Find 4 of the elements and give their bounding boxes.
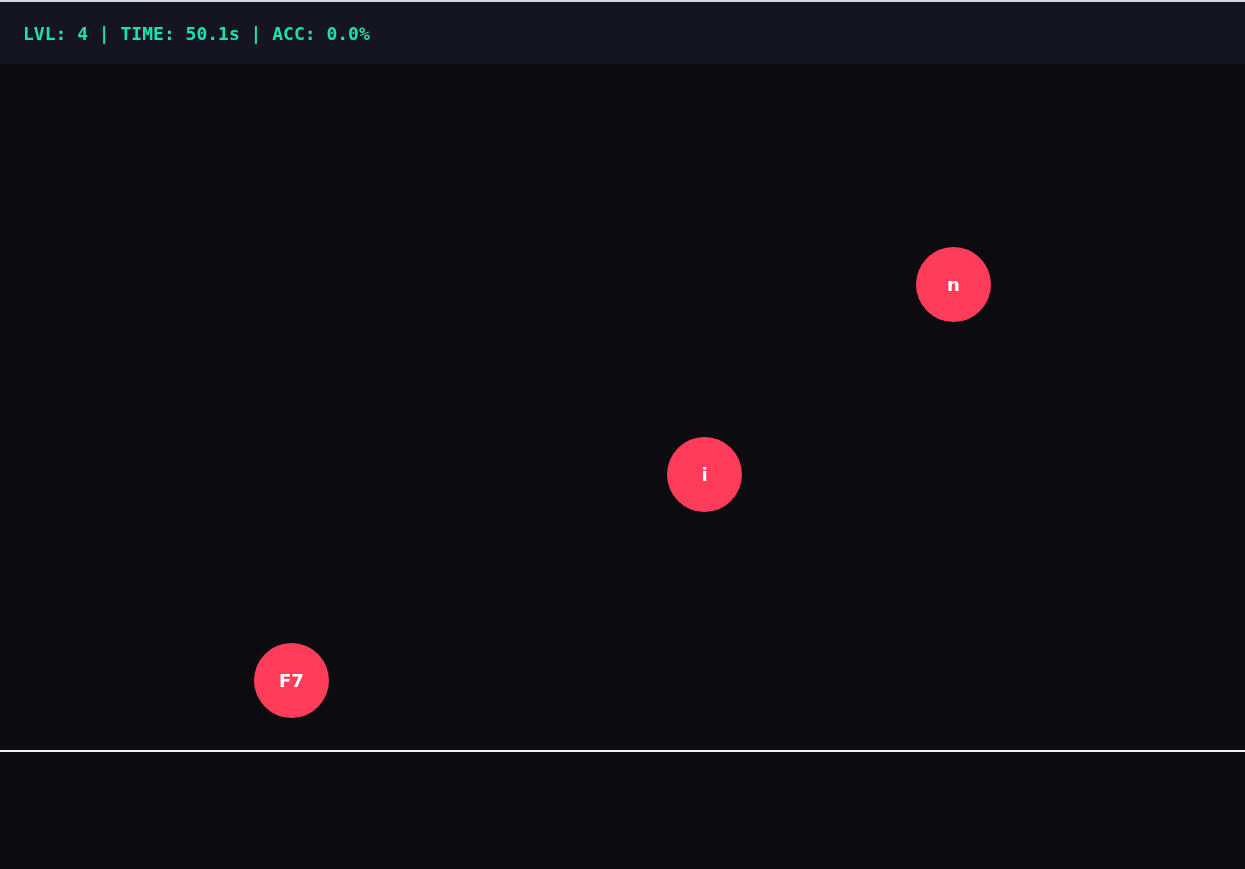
target-circle[interactable]: n: [916, 247, 991, 322]
hud-stats: LVL: 4 | TIME: 50.1s | ACC: 0.0%: [23, 22, 370, 44]
target-circle[interactable]: F7: [254, 643, 329, 718]
target-circle[interactable]: i: [667, 437, 742, 512]
